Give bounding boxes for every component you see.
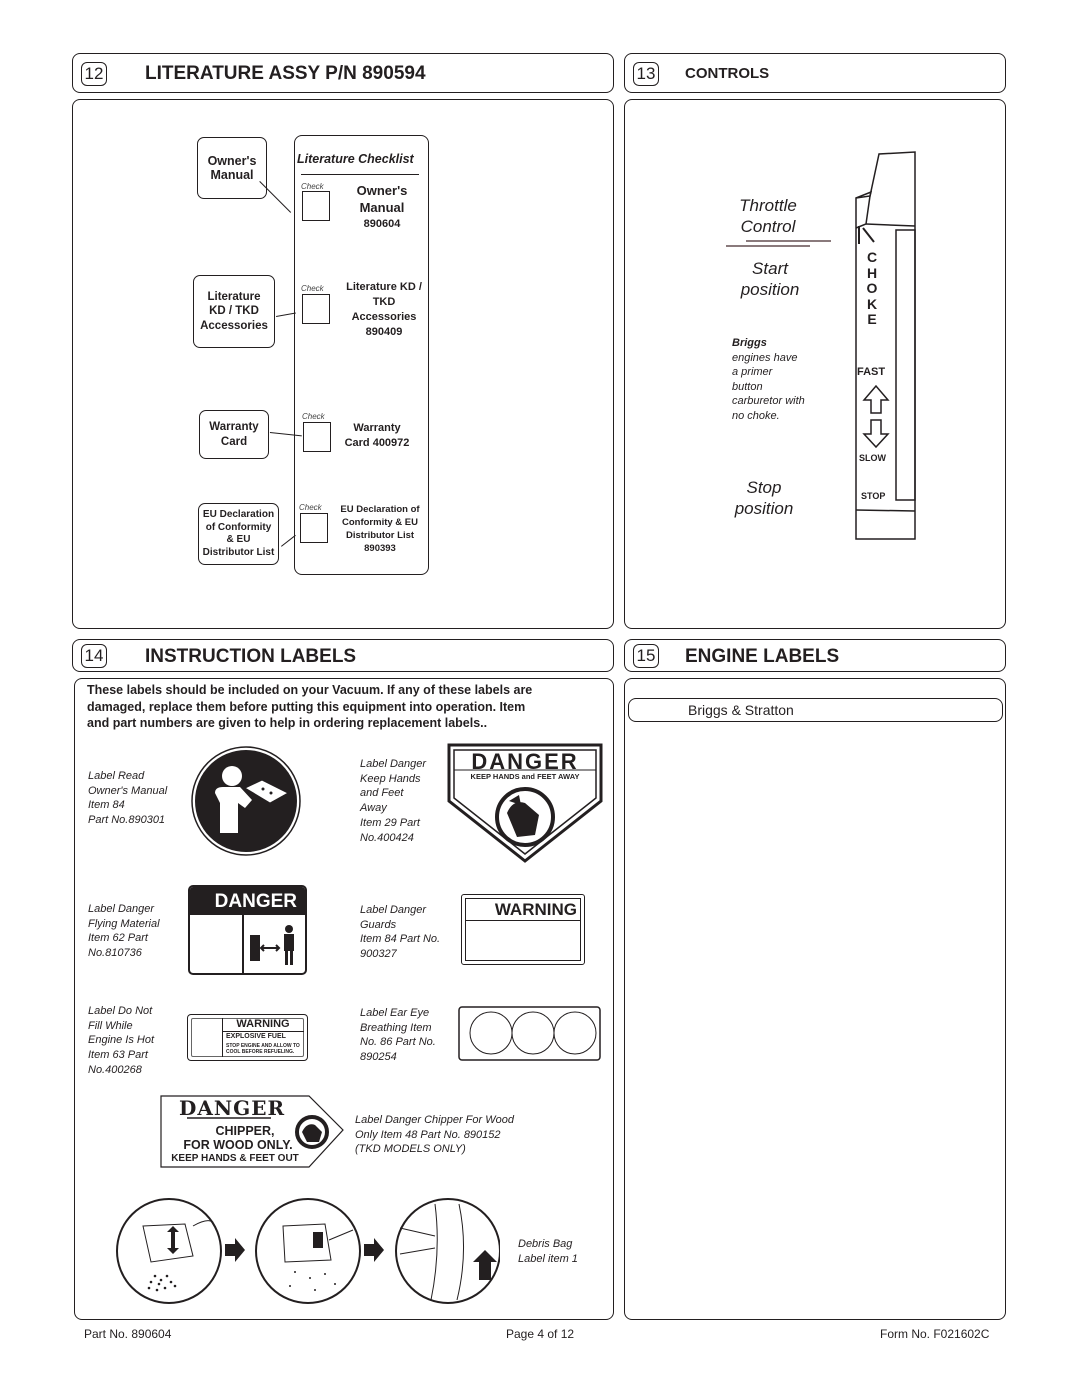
footer-page-number: Page 4 of 12 <box>506 1327 575 1341</box>
section-number: 13 <box>633 62 659 86</box>
callout-eu-declaration: EU Declaration of Conformity & EU Distri… <box>198 503 279 565</box>
divider <box>726 245 810 247</box>
check-label: Check <box>302 412 325 421</box>
label-keep-hands-desc: Label Danger Keep Hands and Feet Away It… <box>360 758 427 844</box>
engine-brand-label: Briggs & Stratton <box>688 702 794 718</box>
callout-warranty: Warranty Card <box>199 410 269 459</box>
section-number: 14 <box>81 644 107 668</box>
checkbox-literature[interactable] <box>302 294 330 324</box>
section-number: 12 <box>81 62 107 86</box>
sign-title: DANGER <box>179 1096 286 1120</box>
choke-icon <box>858 226 875 244</box>
lever-fast-label: FAST <box>857 366 886 378</box>
engine-panel <box>624 678 1006 1320</box>
check-item-owners-manual: Owner's Manual <box>356 183 408 215</box>
check-item-warranty: Warranty Card 400972 <box>344 422 410 449</box>
checklist-title-divider <box>301 174 419 175</box>
label-read-manual-desc: Label Read Owner's Manual Item 84 Part N… <box>88 770 168 827</box>
section-title: ENGINE LABELS <box>685 646 840 667</box>
danger-flying-material-sign: DANGER <box>188 885 307 975</box>
warning-guards-sign: WARNING <box>461 894 585 965</box>
stop-position-label: Stop position <box>734 478 794 518</box>
checklist-title: Literature Checklist <box>297 152 414 166</box>
warning-explosive-fuel-sign: WARNING EXPLOSIVE FUEL STOP ENGINE AND A… <box>187 1014 308 1061</box>
fast-arrow-icon <box>862 384 890 414</box>
engine-brand-tab: Briggs & Stratton <box>628 698 1003 722</box>
chipper-sign-lines: CHIPPER, FOR WOOD ONLY. KEEP HANDS & FEE… <box>171 1124 299 1164</box>
section-number: 15 <box>633 644 659 668</box>
footer-part-number: Part No. 890604 <box>84 1327 172 1341</box>
part-number: 890604 <box>363 218 401 230</box>
sign-title: WARNING <box>236 1018 290 1030</box>
section-13-header: 13 CONTROLS <box>624 53 1006 93</box>
debris-bag-steps-icon <box>116 1198 500 1304</box>
check-item-literature: Literature KD / TKD Accessories <box>346 281 422 323</box>
check-label: Check <box>301 284 324 293</box>
read-manual-icon <box>191 746 301 856</box>
sign-body: STOP ENGINE AND ALLOW TO COOL BEFORE REF… <box>226 1043 300 1055</box>
instruction-intro: These labels should be included on your … <box>87 683 533 730</box>
label-debris-bag-desc: Debris Bag Label item 1 <box>518 1238 578 1265</box>
section-title: CONTROLS <box>685 65 770 82</box>
part-number: 890409 <box>365 326 403 338</box>
checkbox-eu-declaration[interactable] <box>300 513 328 543</box>
ppe-circles-icon <box>458 1006 601 1061</box>
label-flying-material-desc: Label Danger Flying Material Item 62 Par… <box>88 903 160 960</box>
briggs-note: Briggs engines have a primer button carb… <box>732 337 805 422</box>
callout-owners-manual: Owner's Manual <box>197 137 267 199</box>
section-title: LITERATURE ASSY P/N 890594 <box>145 63 426 84</box>
check-label: Check <box>299 503 322 512</box>
choke-letters: C H O K E <box>866 249 878 327</box>
sign-subtitle: KEEP HANDS and FEET AWAY <box>470 772 580 781</box>
keep-distance-icon <box>250 925 294 965</box>
section-15-header: 15 ENGINE LABELS <box>624 639 1006 672</box>
label-ear-eye-breathing-desc: Label Ear Eye Breathing Item No. 86 Part… <box>360 1007 436 1064</box>
slow-arrow-icon <box>862 419 890 449</box>
section-12-header: 12 LITERATURE ASSY P/N 890594 <box>72 53 614 93</box>
label-chipper-desc: Label Danger Chipper For Wood Only Item … <box>355 1114 514 1156</box>
divider <box>746 240 831 242</box>
lever-stop-label: STOP <box>861 491 886 501</box>
part-number: 890393 <box>364 543 396 554</box>
checkbox-owners-manual[interactable] <box>302 191 330 221</box>
sign-title: DANGER <box>190 887 305 915</box>
lever-slow-label: SLOW <box>859 453 886 463</box>
section-14-header: 14 INSTRUCTION LABELS <box>72 639 614 672</box>
callout-literature: Literature KD / TKD Accessories <box>193 275 275 348</box>
start-position-label: Start position <box>740 259 800 299</box>
sign-subtitle: EXPLOSIVE FUEL <box>226 1033 286 1040</box>
label-explosive-fuel-desc: Label Do Not Fill While Engine Is Hot It… <box>88 1005 155 1076</box>
label-guards-desc: Label Danger Guards Item 84 Part No. 900… <box>360 904 441 961</box>
sign-title: WARNING <box>494 900 577 919</box>
literature-checklist-card: Literature Checklist Check Owner's Manua… <box>294 135 429 575</box>
footer-form-number: Form No. F021602C <box>880 1327 990 1341</box>
checkbox-warranty[interactable] <box>303 422 331 452</box>
throttle-control-label: Throttle Control <box>739 196 797 236</box>
check-item-eu-declaration: EU Declaration of Conformity & EU Distri… <box>340 504 420 541</box>
throttle-lever-graphic <box>855 151 916 540</box>
check-label: Check <box>301 182 324 191</box>
controls-panel <box>624 99 1006 629</box>
section-title: INSTRUCTION LABELS <box>145 646 357 667</box>
